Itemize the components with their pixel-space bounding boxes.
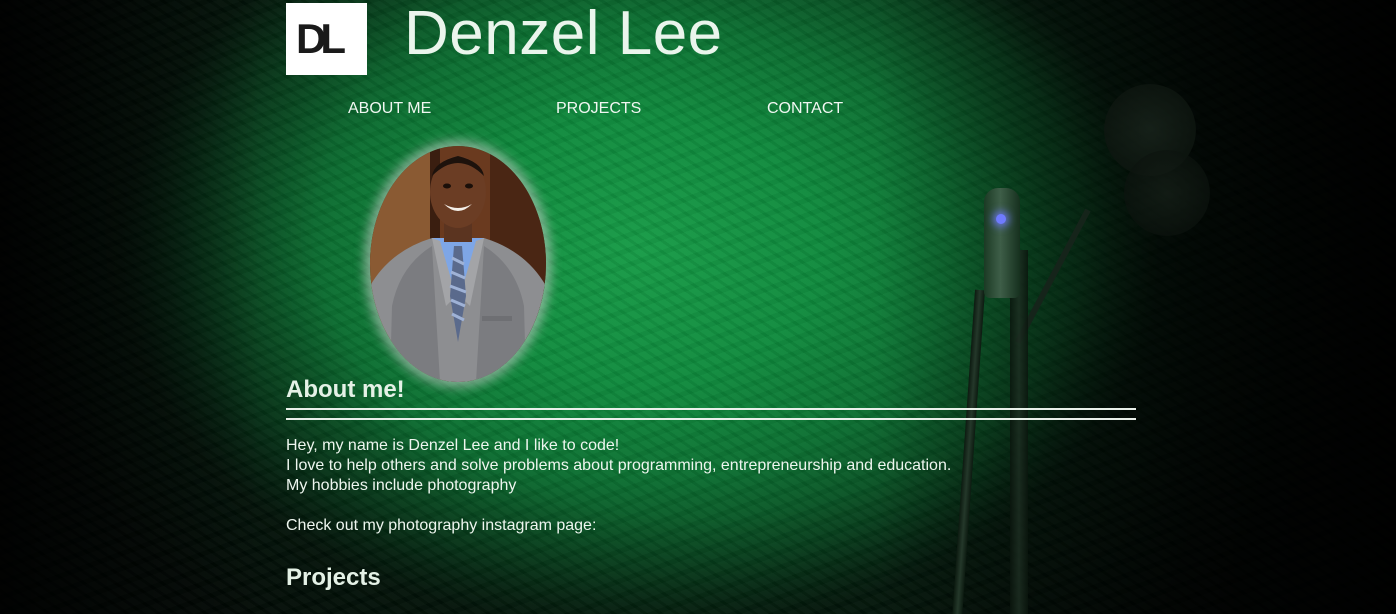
dl-logo-icon: DL xyxy=(296,15,351,62)
site-title: Denzel Lee xyxy=(404,0,723,68)
main-nav: ABOUT ME PROJECTS CONTACT xyxy=(286,100,906,122)
nav-projects[interactable]: PROJECTS xyxy=(556,100,641,118)
nav-about-me[interactable]: ABOUT ME xyxy=(348,100,431,118)
about-line-hobbies: My hobbies include photography xyxy=(286,477,517,494)
about-line-interests: I love to help others and solve problems… xyxy=(286,457,952,474)
profile-photo xyxy=(370,146,546,382)
projects-heading: Projects xyxy=(286,564,381,591)
background-microphone xyxy=(984,188,1020,298)
logo-link[interactable]: DL xyxy=(286,3,367,75)
about-divider-top xyxy=(286,408,1136,410)
background-stand-rear xyxy=(1010,250,1028,614)
background-mic-led xyxy=(996,214,1006,224)
about-line-intro: Hey, my name is Denzel Lee and I like to… xyxy=(286,437,620,454)
background-mic-stand xyxy=(951,289,985,614)
svg-text:DL: DL xyxy=(296,15,345,62)
about-divider-bottom xyxy=(286,418,1136,420)
nav-contact[interactable]: CONTACT xyxy=(767,100,843,118)
about-heading: About me! xyxy=(286,376,405,403)
background-speaker-lower xyxy=(1124,150,1210,236)
about-text: Hey, my name is Denzel Lee and I like to… xyxy=(286,436,951,536)
about-instagram-text: Check out my photography instagram page: xyxy=(286,517,597,534)
profile-photo-illustration xyxy=(370,146,546,382)
background-vignette-left xyxy=(0,0,260,614)
